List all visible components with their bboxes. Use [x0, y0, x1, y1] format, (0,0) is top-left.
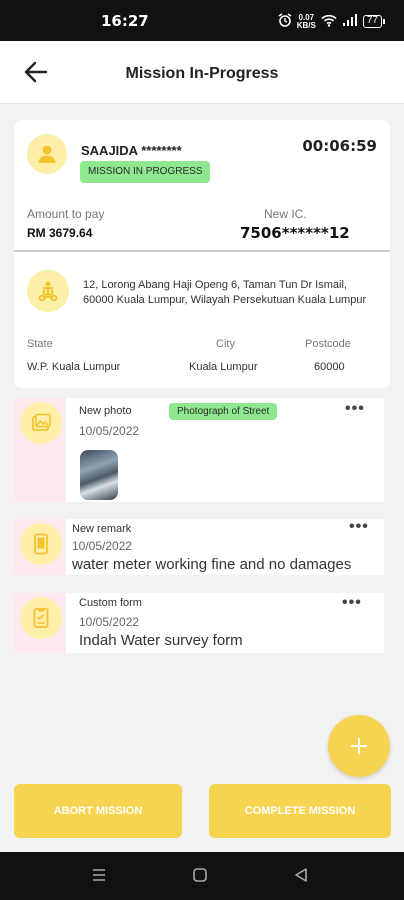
- home-button[interactable]: [193, 868, 207, 887]
- activity-type: New photo: [79, 405, 132, 417]
- state-label: State: [27, 338, 53, 350]
- gallery-icon-circle: [20, 402, 62, 444]
- status-icons: 0.07 KB/S 77: [278, 13, 386, 30]
- wifi-icon: [321, 14, 337, 30]
- status-badge: MISSION IN PROGRESS: [80, 161, 211, 183]
- activity-type: New remark: [72, 523, 132, 535]
- activity-item-photo[interactable]: New photo Photograph of Street 10/05/202…: [14, 398, 390, 502]
- gallery-icon: [32, 413, 51, 431]
- phone-icon-circle: [20, 523, 62, 565]
- system-back-button[interactable]: [294, 868, 308, 887]
- battery-icon: 77: [362, 15, 386, 28]
- mission-card: SAAJIDA ******** 00:06:59 MISSION IN PRO…: [14, 120, 390, 388]
- add-activity-button[interactable]: [328, 715, 390, 777]
- plus-icon: [351, 738, 367, 754]
- activity-date: 10/05/2022: [72, 539, 133, 553]
- ic-label: New IC.: [264, 207, 307, 221]
- amount-value: RM 3679.64: [27, 226, 93, 240]
- city-label: City: [216, 338, 235, 350]
- network-speed: 0.07 KB/S: [296, 13, 316, 30]
- system-nav-bar: [0, 852, 404, 900]
- form-icon: [33, 608, 49, 628]
- mission-timer: 00:06:59: [302, 137, 377, 155]
- activity-item-form[interactable]: Custom form 10/05/2022 Indah Water surve…: [14, 593, 390, 653]
- remark-text: water meter working fine and no damages: [72, 556, 352, 573]
- photo-thumbnail[interactable]: [80, 450, 118, 500]
- form-name: Indah Water survey form: [79, 632, 243, 649]
- phone-icon: [34, 533, 48, 555]
- customer-name: SAAJIDA ********: [81, 143, 182, 158]
- card-divider: [14, 250, 390, 252]
- home-square-icon: [193, 868, 207, 882]
- more-options-button[interactable]: •••: [342, 594, 362, 612]
- more-options-button[interactable]: •••: [345, 400, 365, 418]
- photo-tag-badge: Photograph of Street: [169, 403, 278, 420]
- back-triangle-icon: [295, 868, 307, 882]
- network-speed-unit: KB/S: [296, 20, 316, 30]
- abort-mission-button[interactable]: ABORT MISSION: [14, 784, 182, 838]
- state-value: W.P. Kuala Lumpur: [27, 361, 121, 373]
- activity-item-remark[interactable]: New remark 10/05/2022 water meter workin…: [14, 518, 390, 575]
- complete-mission-button[interactable]: COMPLETE MISSION: [209, 784, 391, 838]
- activity-date: 10/05/2022: [79, 424, 140, 438]
- ic-value: 7506******12: [240, 224, 350, 242]
- postcode-label: Postcode: [305, 338, 351, 350]
- activity-type: Custom form: [79, 597, 142, 609]
- more-options-button[interactable]: •••: [349, 518, 369, 536]
- alarm-icon: [278, 13, 292, 30]
- recent-apps-button[interactable]: [92, 868, 106, 887]
- app-header: Mission In-Progress: [0, 41, 404, 104]
- person-icon: [38, 145, 56, 163]
- address-text: 12, Lorong Abang Haji Openg 6, Taman Tun…: [83, 279, 367, 306]
- amount-label: Amount to pay: [27, 207, 105, 221]
- status-time: 16:27: [101, 12, 149, 30]
- postcode-value: 60000: [314, 361, 345, 373]
- signal-icon: [342, 13, 358, 30]
- activity-date: 10/05/2022: [79, 615, 140, 629]
- city-value: Kuala Lumpur: [189, 361, 258, 373]
- status-bar: 16:27 0.07 KB/S 77: [0, 0, 404, 41]
- form-icon-circle: [20, 597, 62, 639]
- avatar: [27, 134, 67, 174]
- page-title: Mission In-Progress: [125, 65, 279, 82]
- scooter-icon: [38, 281, 58, 302]
- menu-icon: [93, 869, 105, 881]
- address-icon-circle: [27, 270, 69, 312]
